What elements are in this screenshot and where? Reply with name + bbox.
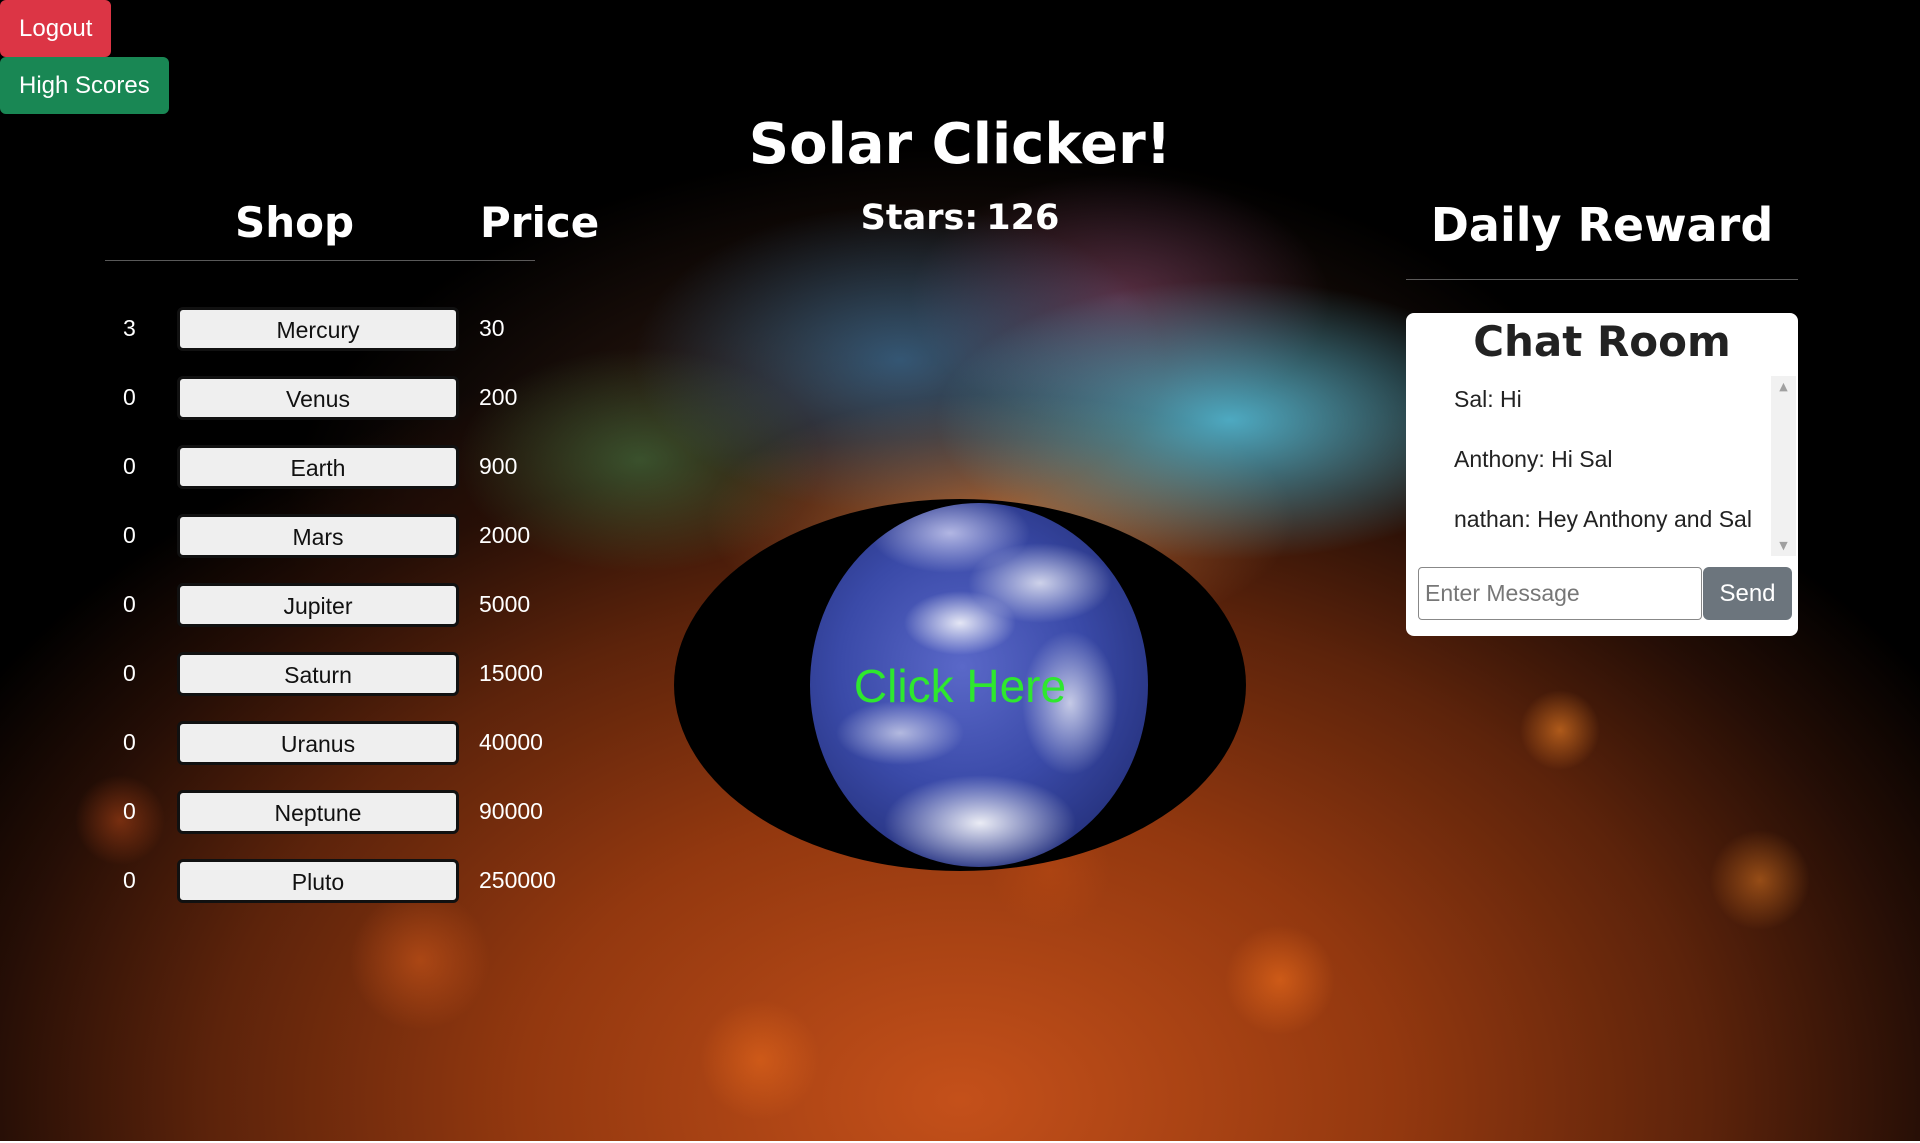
chat-message-list[interactable]: Sal: Hi Anthony: Hi Sal nathan: Hey Anth…	[1406, 376, 1798, 556]
scroll-down-arrow-icon[interactable]: ▼	[1771, 539, 1796, 552]
item-price: 5000	[479, 591, 531, 617]
earth-globe-image	[810, 503, 1148, 867]
owned-count: 0	[123, 729, 136, 755]
item-price: 250000	[479, 867, 556, 893]
buy-venus-button[interactable]: Venus	[177, 376, 459, 420]
chat-message: nathan: Hey Anthony and Sal	[1454, 506, 1752, 532]
shop-row-jupiter: 0 Jupiter 5000	[105, 583, 605, 627]
owned-count: 0	[123, 522, 136, 548]
buy-mars-button[interactable]: Mars	[177, 514, 459, 558]
shop-row-pluto: 0 Pluto 250000	[105, 859, 605, 903]
chat-message: Sal: Hi	[1454, 386, 1522, 412]
shop-heading: Shop	[235, 198, 355, 247]
buy-jupiter-button[interactable]: Jupiter	[177, 583, 459, 627]
shop-row-earth: 0 Earth 900	[105, 445, 605, 489]
owned-count: 0	[123, 384, 136, 410]
shop-row-mercury: 3 Mercury 30	[105, 307, 605, 351]
buy-neptune-button[interactable]: Neptune	[177, 790, 459, 834]
owned-count: 3	[123, 315, 136, 341]
shop-row-venus: 0 Venus 200	[105, 376, 605, 420]
item-price: 2000	[479, 522, 531, 548]
owned-count: 0	[123, 453, 136, 479]
buy-earth-button[interactable]: Earth	[177, 445, 459, 489]
item-price: 900	[479, 453, 518, 479]
owned-count: 0	[123, 867, 136, 893]
buy-uranus-button[interactable]: Uranus	[177, 721, 459, 765]
daily-reward-button[interactable]: Daily Reward	[1406, 198, 1798, 280]
buy-mercury-button[interactable]: Mercury	[177, 307, 459, 351]
stars-value: 126	[986, 198, 1060, 238]
chat-room-panel: Chat Room Sal: Hi Anthony: Hi Sal nathan…	[1406, 313, 1798, 636]
price-heading: Price	[480, 198, 600, 247]
owned-count: 0	[123, 660, 136, 686]
buy-pluto-button[interactable]: Pluto	[177, 859, 459, 903]
earth-click-button[interactable]: Click Here	[674, 499, 1246, 871]
shop-row-mars: 0 Mars 2000	[105, 514, 605, 558]
chat-room-title: Chat Room	[1473, 317, 1731, 366]
buy-saturn-button[interactable]: Saturn	[177, 652, 459, 696]
game-screen: Logout High Scores Solar Clicker! Stars:…	[0, 0, 1920, 1143]
shop-row-uranus: 0 Uranus 40000	[105, 721, 605, 765]
logout-button[interactable]: Logout	[0, 0, 112, 57]
shop-header: Shop Price	[105, 198, 599, 261]
stars-counter: Stars: 126	[760, 198, 1160, 238]
shop-row-neptune: 0 Neptune 90000	[105, 790, 605, 834]
game-title: Solar Clicker!	[748, 112, 1172, 177]
chat-message-input[interactable]	[1418, 567, 1702, 620]
stars-label: Stars:	[860, 198, 979, 238]
chat-message: Anthony: Hi Sal	[1454, 446, 1613, 472]
high-scores-button[interactable]: High Scores	[0, 57, 169, 114]
owned-count: 0	[123, 591, 136, 617]
scroll-up-arrow-icon[interactable]: ▲	[1771, 380, 1796, 393]
chat-scrollbar[interactable]: ▲ ▼	[1771, 376, 1796, 556]
send-button[interactable]: Send	[1703, 567, 1792, 620]
item-price: 200	[479, 384, 518, 410]
owned-count: 0	[123, 798, 136, 824]
item-price: 15000	[479, 660, 543, 686]
shop-row-saturn: 0 Saturn 15000	[105, 652, 605, 696]
item-price: 30	[479, 315, 505, 341]
item-price: 40000	[479, 729, 543, 755]
item-price: 90000	[479, 798, 543, 824]
